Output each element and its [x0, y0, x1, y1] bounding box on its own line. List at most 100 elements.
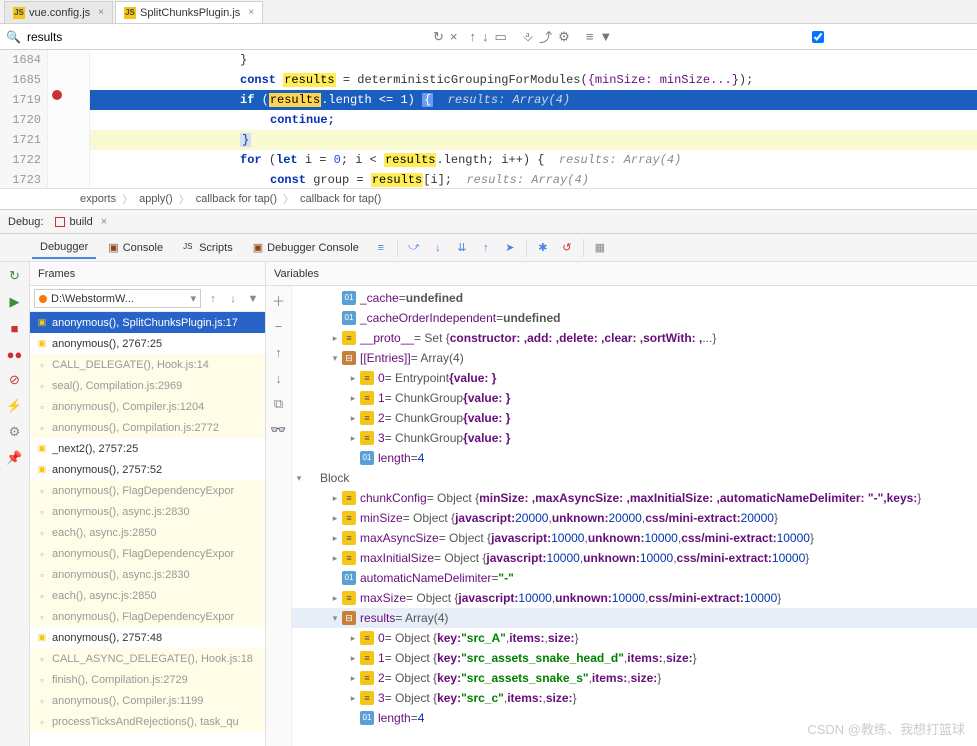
var-node[interactable]: ▸≡minSize = Object {javascript: 20000,un…	[292, 508, 977, 528]
add-watch-icon[interactable]: ＋	[269, 290, 289, 310]
frame-item[interactable]: ▣anonymous(), 2767:25	[30, 333, 265, 354]
next-frame-icon[interactable]: ↓	[225, 291, 241, 307]
var-node[interactable]: 01_cacheOrderIndependent = undefined	[292, 308, 977, 328]
step-out-icon[interactable]: ↑	[476, 238, 496, 258]
thread-dropdown[interactable]: D:\WebstormW...▾	[34, 289, 201, 308]
export-icon[interactable]: ⤴	[539, 28, 552, 46]
var-node[interactable]: ▾Block	[292, 468, 977, 488]
var-node[interactable]: ▸≡maxSize = Object {javascript: 10000,un…	[292, 588, 977, 608]
var-node[interactable]: ▸≡maxInitialSize = Object {javascript: 1…	[292, 548, 977, 568]
tab-debugger[interactable]: Debugger	[32, 237, 96, 259]
frame-item[interactable]: ▫anonymous(), Compiler.js:1204	[30, 396, 265, 417]
frame-item[interactable]: ▫anonymous(), Compiler.js:1199	[30, 690, 265, 711]
evaluate-icon[interactable]: ✱	[533, 238, 553, 258]
step-into-icon[interactable]: ↓	[428, 238, 448, 258]
var-node[interactable]: ▸≡2 = Object {key: "src_assets_snake_s",…	[292, 668, 977, 688]
select-all-icon[interactable]: ▭	[494, 28, 506, 46]
frame-item[interactable]: ▫seal(), Compilation.js:2969	[30, 375, 265, 396]
filter-icon[interactable]: ▼	[245, 291, 261, 307]
frame-item[interactable]: ▫each(), async.js:2850	[30, 522, 265, 543]
var-node[interactable]: ▾⊟[[Entries]] = Array(4)	[292, 348, 977, 368]
pause-icon[interactable]: ⚡	[5, 396, 25, 416]
tab-console[interactable]: ▣Console	[100, 237, 171, 258]
frame-item[interactable]: ▫CALL_DELEGATE(), Hook.js:14	[30, 354, 265, 375]
frame-item[interactable]: ▫anonymous(), FlagDependencyExpor	[30, 606, 265, 627]
frames-list[interactable]: ▣anonymous(), SplitChunksPlugin.js:17▣an…	[30, 312, 265, 746]
resume-icon[interactable]: ▶	[5, 292, 25, 312]
close-icon[interactable]: ×	[248, 7, 254, 18]
frame-item[interactable]: ▫anonymous(), FlagDependencyExpor	[30, 543, 265, 564]
step-over-icon[interactable]: ⤻	[404, 238, 424, 258]
frame-item[interactable]: ▫each(), async.js:2850	[30, 585, 265, 606]
next-match-icon[interactable]: ↓	[482, 28, 489, 46]
down-icon[interactable]: ↓	[269, 368, 289, 388]
crumb-item[interactable]: exports	[80, 193, 116, 205]
filter-icon[interactable]: ▼	[599, 28, 612, 46]
reset-frame-icon[interactable]: ↺	[557, 238, 577, 258]
breakpoint-gutter[interactable]	[48, 50, 90, 188]
crumb-item[interactable]: callback for tap()	[196, 193, 277, 205]
crumb-item[interactable]: callback for tap()	[300, 193, 381, 205]
var-node[interactable]: 01automaticNameDelimiter = "-"	[292, 568, 977, 588]
frame-item[interactable]: ▫anonymous(), async.js:2830	[30, 501, 265, 522]
frame-item[interactable]: ▫CALL_ASYNC_DELEGATE(), Hook.js:18	[30, 648, 265, 669]
pin-icon[interactable]: 📌	[5, 448, 25, 468]
threads-icon[interactable]: ≡	[371, 238, 391, 258]
var-node[interactable]: 01length = 4	[292, 448, 977, 468]
var-node[interactable]: ▸≡2 = ChunkGroup {value: }	[292, 408, 977, 428]
debug-config[interactable]: build×	[51, 214, 111, 230]
var-node[interactable]: ▸≡3 = ChunkGroup {value: }	[292, 428, 977, 448]
frame-item[interactable]: ▫finish(), Compilation.js:2729	[30, 669, 265, 690]
var-node[interactable]: ▸≡maxAsyncSize = Object {javascript: 100…	[292, 528, 977, 548]
code-area[interactable]: } const results = deterministicGroupingF…	[90, 50, 977, 188]
var-node[interactable]: ▸≡0 = Entrypoint {value: }	[292, 368, 977, 388]
crumb-item[interactable]: apply()	[139, 193, 173, 205]
frame-item[interactable]: ▫anonymous(), async.js:2830	[30, 564, 265, 585]
up-icon[interactable]: ↑	[269, 342, 289, 362]
var-node[interactable]: ▸≡3 = Object {key: "src_c",items: ,size:…	[292, 688, 977, 708]
force-step-into-icon[interactable]: ⇊	[452, 238, 472, 258]
rerun-icon[interactable]: ↻	[5, 266, 25, 286]
settings-icon[interactable]: ⚙	[5, 422, 25, 442]
prev-match-icon[interactable]: ↑	[469, 28, 476, 46]
variables-tree[interactable]: 01_cache = undefined 01_cacheOrderIndepe…	[292, 286, 977, 746]
copy-icon[interactable]: ⧉	[269, 394, 289, 414]
run-to-cursor-icon[interactable]: ➤	[500, 238, 520, 258]
frame-item[interactable]: ▫processTicksAndRejections(), task_qu	[30, 711, 265, 732]
var-node[interactable]: 01_cache = undefined	[292, 288, 977, 308]
var-node[interactable]: 01length = 4	[292, 708, 977, 728]
var-node[interactable]: ▾⊟results = Array(4)	[292, 608, 977, 628]
var-node[interactable]: ▸≡__proto__ = Set {constructor: ,add: ,d…	[292, 328, 977, 348]
settings-icon[interactable]: ⚙	[558, 28, 570, 46]
frame-item[interactable]: ▣anonymous(), 2757:48	[30, 627, 265, 648]
var-node[interactable]: ▸≡chunkConfig = Object {minSize: ,maxAsy…	[292, 488, 977, 508]
search-input[interactable]	[27, 30, 427, 44]
frame-item[interactable]: ▣_next2(), 2757:25	[30, 438, 265, 459]
tab-scripts[interactable]: JSScripts	[175, 238, 241, 258]
code-editor[interactable]: 1684 1685 1719 1720 1721 1722 1723 } con…	[0, 50, 977, 188]
calculator-icon[interactable]: ▦	[590, 238, 610, 258]
add-selection-icon[interactable]: ⎀	[523, 28, 533, 46]
close-icon[interactable]: ×	[98, 7, 104, 18]
tab-splitchunks[interactable]: JS SplitChunksPlugin.js ×	[115, 1, 263, 23]
breakpoint-icon[interactable]	[52, 90, 62, 100]
view-breakpoints-icon[interactable]: ●●	[5, 344, 25, 364]
history-icon[interactable]: ↻	[433, 28, 444, 46]
remove-watch-icon[interactable]: −	[269, 316, 289, 336]
var-node[interactable]: ▸≡1 = Object {key: "src_assets_snake_hea…	[292, 648, 977, 668]
mute-breakpoints-icon[interactable]: ⊘	[5, 370, 25, 390]
frame-item[interactable]: ▫anonymous(), FlagDependencyExpor	[30, 480, 265, 501]
list-icon[interactable]: ≡	[586, 28, 594, 46]
tab-debugger-console[interactable]: ▣Debugger Console	[245, 237, 367, 258]
clear-icon[interactable]: ×	[450, 28, 458, 46]
glasses-icon[interactable]: 👓	[269, 420, 289, 440]
stop-icon[interactable]: ■	[5, 318, 25, 338]
match-case-checkbox[interactable]: Match Case	[618, 25, 977, 49]
prev-frame-icon[interactable]: ↑	[205, 291, 221, 307]
var-node[interactable]: ▸≡1 = ChunkGroup {value: }	[292, 388, 977, 408]
tab-vue-config[interactable]: JS vue.config.js ×	[4, 1, 113, 23]
frame-item[interactable]: ▣anonymous(), 2757:52	[30, 459, 265, 480]
frame-item[interactable]: ▫anonymous(), Compilation.js:2772	[30, 417, 265, 438]
frame-item[interactable]: ▣anonymous(), SplitChunksPlugin.js:17	[30, 312, 265, 333]
var-node[interactable]: ▸≡0 = Object {key: "src_A",items: ,size:…	[292, 628, 977, 648]
